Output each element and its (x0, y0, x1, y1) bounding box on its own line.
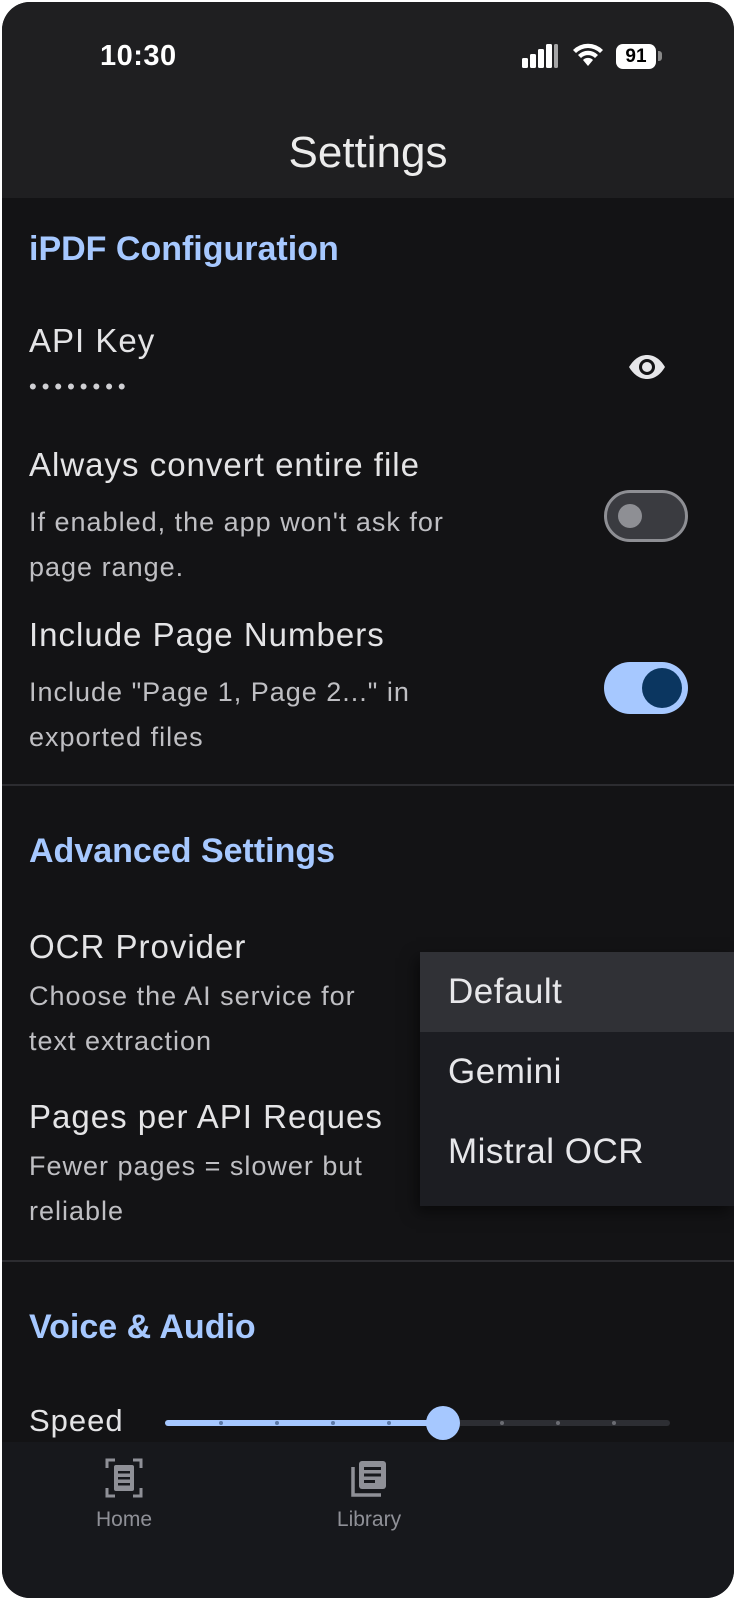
document-scan-icon (105, 1458, 143, 1498)
slider-tick (499, 1421, 504, 1425)
tab-home-label: Home (95, 1508, 153, 1531)
app-screen: 10:30 91 Settings iPDF Configuration API… (2, 2, 734, 1598)
page-title: Settings (288, 128, 448, 177)
library-icon (351, 1461, 386, 1497)
section-divider (2, 784, 734, 786)
page-numbers-toggle[interactable] (604, 662, 688, 714)
slider-tick (611, 1421, 616, 1425)
ocr-provider-desc-2: text extraction (29, 1026, 213, 1056)
eye-icon[interactable] (628, 354, 666, 380)
pages-per-request-desc-2: reliable (29, 1196, 125, 1226)
tab-home[interactable]: Home (64, 1458, 184, 1532)
convert-entire-label: Always convert entire file (29, 446, 420, 483)
ocr-provider-desc-1: Choose the AI service for (29, 981, 356, 1011)
tab-library-label: Library (336, 1508, 402, 1531)
convert-entire-desc-1: If enabled, the app won't ask for (29, 507, 444, 537)
slider-tick (555, 1421, 560, 1425)
section-title-voice: Voice & Audio (29, 1308, 256, 1346)
battery-tip (658, 51, 662, 61)
section-divider (2, 1260, 734, 1262)
section-title-ipdf: iPDF Configuration (29, 230, 339, 268)
page-numbers-desc-1: Include "Page 1, Page 2..." in (29, 677, 410, 707)
toggle-knob (618, 504, 642, 528)
ocr-provider-label[interactable]: OCR Provider (29, 928, 246, 966)
api-key-label: API Key (29, 322, 156, 359)
speed-slider-track[interactable] (165, 1420, 670, 1426)
speed-slider-thumb[interactable] (425, 1406, 460, 1440)
app-header: 10:30 91 Settings (2, 2, 734, 198)
cellular-signal-icon (522, 44, 558, 68)
wifi-icon (573, 43, 603, 66)
pages-per-request-desc-1: Fewer pages = slower but (29, 1151, 363, 1181)
toggle-knob (642, 668, 682, 708)
tab-library[interactable]: Library (309, 1458, 429, 1532)
page-numbers-desc-2: exported files (29, 722, 204, 752)
page-numbers-label: Include Page Numbers (29, 616, 385, 653)
ocr-provider-dropdown: Default Gemini Mistral OCR (420, 952, 734, 1206)
status-time: 10:30 (100, 40, 177, 72)
section-title-advanced: Advanced Settings (29, 832, 336, 870)
dropdown-option-gemini[interactable]: Gemini (420, 1032, 734, 1112)
speed-slider-fill (165, 1420, 443, 1426)
pages-per-request-label[interactable]: Pages per API Reques (29, 1098, 383, 1136)
bottom-tab-bar: Home Library (2, 1442, 734, 1598)
battery-indicator: 91 (616, 44, 656, 69)
api-key-value[interactable]: •••••••• (29, 364, 131, 409)
convert-entire-desc-2: page range. (29, 552, 185, 582)
dropdown-option-default[interactable]: Default (420, 952, 734, 1032)
speed-label: Speed (29, 1403, 124, 1438)
dropdown-option-mistral-ocr[interactable]: Mistral OCR (420, 1112, 734, 1192)
convert-entire-toggle[interactable] (604, 490, 688, 542)
